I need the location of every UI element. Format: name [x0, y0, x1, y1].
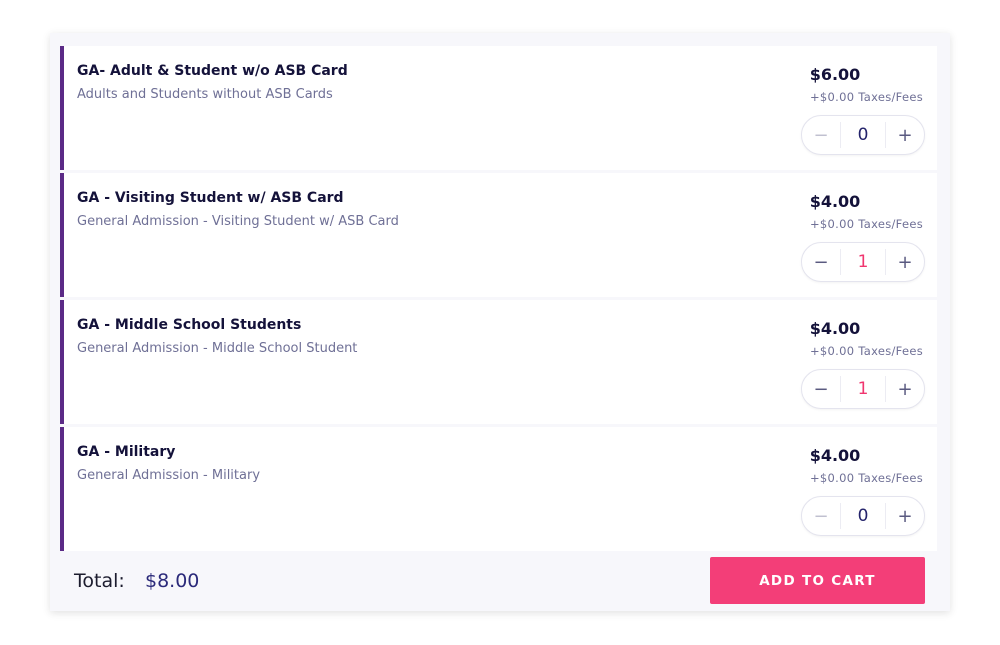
- decrement-button[interactable]: −: [802, 506, 840, 527]
- increment-button[interactable]: +: [886, 125, 924, 146]
- decrement-button[interactable]: −: [802, 125, 840, 146]
- ticket-title: GA - Middle School Students: [77, 317, 302, 333]
- add-to-cart-button[interactable]: ADD TO CART: [710, 557, 925, 604]
- ticket-fees: +$0.00 Taxes/Fees: [809, 471, 923, 485]
- ticket-item: GA - Military General Admission - Milita…: [60, 427, 937, 551]
- quantity-value: 0: [840, 503, 886, 529]
- decrement-button[interactable]: −: [802, 379, 840, 400]
- ticket-description: General Admission - Military: [77, 468, 261, 483]
- quantity-stepper: − 1 +: [801, 369, 925, 409]
- quantity-value: 1: [840, 376, 886, 402]
- increment-button[interactable]: +: [886, 379, 924, 400]
- ticket-item: GA - Middle School Students General Admi…: [60, 300, 937, 424]
- ticket-title: GA- Adult & Student w/o ASB Card: [77, 63, 348, 79]
- ticket-selection-panel: GA- Adult & Student w/o ASB Card Adults …: [50, 33, 950, 611]
- ticket-title: GA - Military: [77, 444, 176, 460]
- decrement-button[interactable]: −: [802, 252, 840, 273]
- ticket-list: GA- Adult & Student w/o ASB Card Adults …: [60, 46, 937, 554]
- cart-footer: Total: $8.00 ADD TO CART: [50, 548, 950, 611]
- ticket-item: GA- Adult & Student w/o ASB Card Adults …: [60, 46, 937, 170]
- increment-button[interactable]: +: [886, 252, 924, 273]
- ticket-fees: +$0.00 Taxes/Fees: [809, 217, 923, 231]
- ticket-fees: +$0.00 Taxes/Fees: [809, 344, 923, 358]
- ticket-price: $6.00: [809, 65, 861, 84]
- ticket-description: Adults and Students without ASB Cards: [77, 87, 333, 102]
- ticket-description: General Admission - Middle School Studen…: [77, 341, 358, 356]
- ticket-price: $4.00: [809, 446, 861, 465]
- ticket-fees: +$0.00 Taxes/Fees: [809, 90, 923, 104]
- ticket-item: GA - Visiting Student w/ ASB Card Genera…: [60, 173, 937, 297]
- quantity-value: 0: [840, 122, 886, 148]
- quantity-stepper: − 1 +: [801, 242, 925, 282]
- total-label: Total:: [74, 570, 125, 592]
- ticket-description: General Admission - Visiting Student w/ …: [77, 214, 399, 229]
- increment-button[interactable]: +: [886, 506, 924, 527]
- ticket-price: $4.00: [809, 319, 861, 338]
- quantity-stepper: − 0 +: [801, 115, 925, 155]
- quantity-stepper: − 0 +: [801, 496, 925, 536]
- ticket-title: GA - Visiting Student w/ ASB Card: [77, 190, 344, 206]
- total-value: $8.00: [145, 570, 200, 592]
- quantity-value: 1: [840, 249, 886, 275]
- ticket-price: $4.00: [809, 192, 861, 211]
